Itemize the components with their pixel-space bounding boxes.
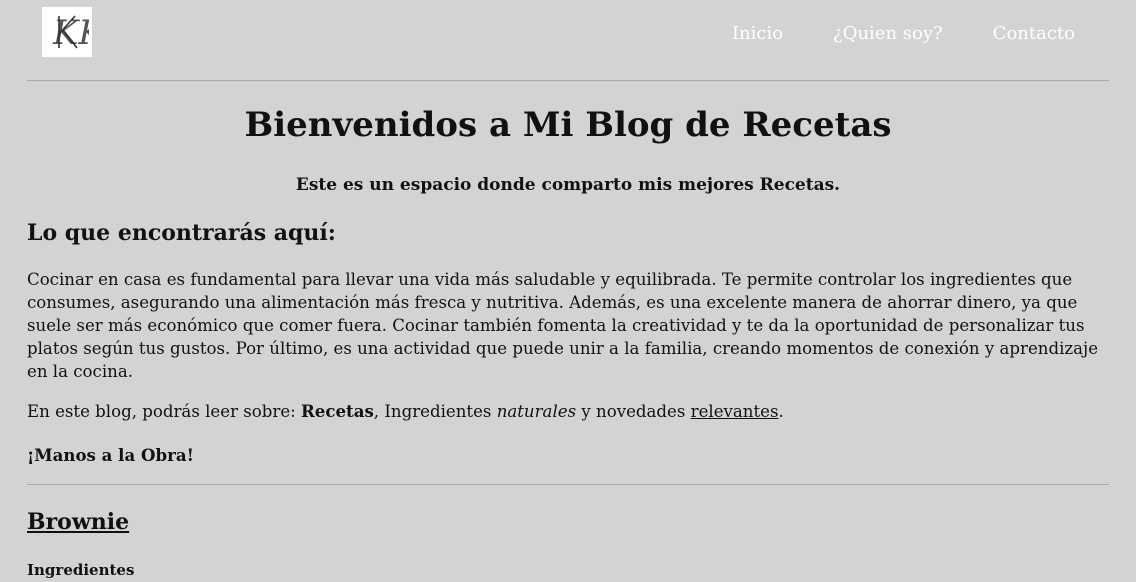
topics-paragraph: En este blog, podrás leer sobre: Recetas…	[27, 400, 1109, 423]
nav-inicio[interactable]: Inicio	[732, 22, 783, 46]
intro-paragraph: Cocinar en casa es fundamental para llev…	[27, 270, 1099, 381]
site-header: KK Inicio ¿Quien soy? Contacto	[0, 0, 1136, 70]
site-logo[interactable]: KK	[42, 7, 92, 57]
page: KK Inicio ¿Quien soy? Contacto Bienvenid…	[0, 0, 1136, 582]
topics-sep2: y novedades	[576, 402, 691, 421]
call-to-action: ¡Manos a la Obra!	[27, 445, 194, 465]
main-nav: Inicio ¿Quien soy? Contacto	[732, 22, 1075, 46]
recipe-title-link[interactable]: Brownie	[27, 505, 129, 539]
ingredients-heading: Ingredientes	[27, 561, 135, 579]
topics-sep1: , Ingredientes	[373, 402, 497, 421]
topic-relevantes: relevantes	[690, 402, 779, 421]
topics-end: .	[778, 402, 784, 421]
header-divider	[27, 80, 1109, 81]
logo-letter-k1: KK	[52, 13, 89, 53]
nav-contacto[interactable]: Contacto	[993, 22, 1075, 46]
page-subtitle: Este es un espacio donde comparto mis me…	[295, 175, 841, 195]
topic-naturales: naturales	[496, 402, 577, 421]
topic-recetas: Recetas	[301, 401, 374, 421]
section-divider	[27, 484, 1109, 485]
section-heading: Lo que encontrarás aquí:	[27, 220, 336, 246]
logo-monogram-icon: KK	[52, 13, 89, 53]
topics-lead: En este blog, podrás leer sobre:	[27, 402, 302, 421]
nav-quien-soy[interactable]: ¿Quien soy?	[833, 22, 943, 46]
page-title: Bienvenidos a Mi Blog de Recetas	[244, 105, 892, 145]
